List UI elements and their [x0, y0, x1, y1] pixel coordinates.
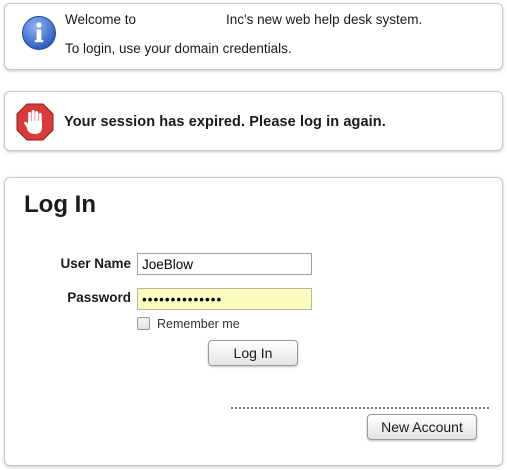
session-expired-message: Your session has expired. Please log in … [64, 114, 386, 130]
remember-me-label[interactable]: Remember me [157, 317, 240, 331]
login-button[interactable]: Log In [208, 340, 298, 366]
password-label: Password [67, 290, 131, 305]
login-instructions-text: To login, use your domain credentials. [65, 41, 292, 56]
welcome-text: Welcome to Inc's new web help desk syste… [65, 12, 423, 27]
info-panel: Welcome to Inc's new web help desk syste… [4, 3, 503, 70]
login-panel: Log In User Name Password Remember me Lo… [4, 177, 503, 466]
password-input[interactable] [137, 288, 312, 310]
new-account-button[interactable]: New Account [367, 414, 477, 440]
divider [231, 407, 489, 409]
login-title: Log In [24, 191, 96, 218]
remember-me-checkbox[interactable] [137, 317, 150, 330]
error-panel: Your session has expired. Please log in … [4, 91, 503, 151]
username-label: User Name [60, 256, 131, 271]
info-icon [22, 16, 56, 50]
stop-hand-icon [16, 103, 54, 141]
username-input[interactable] [137, 253, 312, 275]
